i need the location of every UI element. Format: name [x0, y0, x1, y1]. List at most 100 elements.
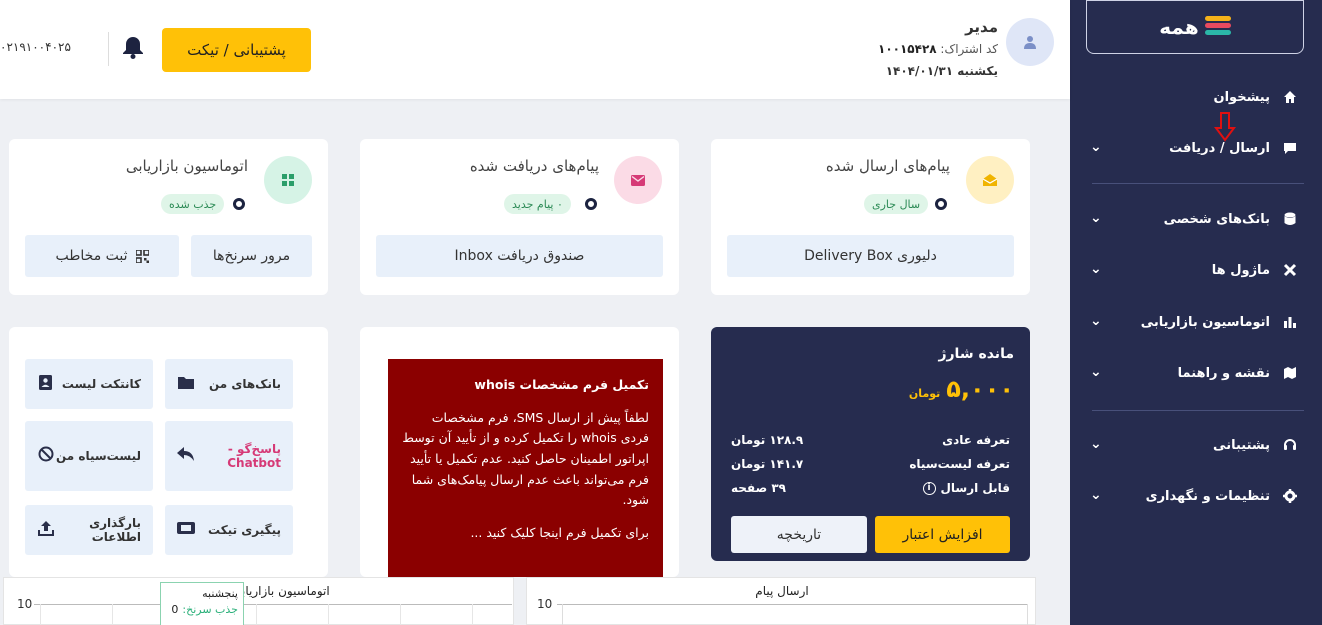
support-ticket-button[interactable]: پشتیبانی / تیکت: [162, 28, 311, 72]
chart-title: اتوماسیون بازاریابی: [232, 584, 330, 598]
link-label: بانک‌های من: [208, 377, 281, 391]
sidebar-item-marketing-automation[interactable]: اتوماسیون بازاریابی ⌄: [1070, 307, 1322, 337]
period-badge: سال جاری: [864, 194, 929, 214]
card-title: پیام‌های دریافت شده: [469, 157, 599, 175]
my-blacklist-link[interactable]: لیست‌سیاه من: [25, 421, 153, 491]
chart-title: ارسال پیام: [755, 584, 809, 598]
map-icon: [1282, 365, 1298, 381]
sidebar-item-label: پیشخوان: [1213, 89, 1271, 105]
message-icon: [1282, 140, 1298, 156]
card-received-messages: پیام‌های دریافت شده ۰ پیام جدید صندوق در…: [360, 139, 679, 295]
top-header: مدیر کد اشتراک: ۱۰۰۱۵۴۲۸ یکشنبه ۱۴۰۴/۰۱/…: [0, 0, 1070, 99]
increase-credit-button[interactable]: افزایش اعتبار: [875, 516, 1010, 553]
history-button[interactable]: تاریخچه: [731, 516, 867, 553]
sidebar-divider: [1092, 183, 1304, 184]
sidebar-item-label: بانک‌های شخصی: [1163, 211, 1270, 227]
radio-indicator: [585, 198, 597, 210]
inbox-button[interactable]: صندوق دریافت Inbox: [376, 235, 663, 277]
charge-title: مانده شارژ: [938, 346, 1014, 362]
chart-tooltip: پنجشنبه جذب سرنخ: 0: [160, 582, 244, 625]
link-label: پاسخ‌گو - Chatbot: [227, 442, 281, 470]
logo-mark-icon: [1204, 14, 1231, 40]
send-messages-chart: ارسال پیام 10: [526, 577, 1036, 625]
reply-icon: [177, 447, 195, 465]
x-gridline: [1027, 604, 1028, 625]
y-tick-label: 10: [537, 597, 553, 611]
user-name: مدیر: [965, 18, 998, 36]
sidebar-item-modules[interactable]: ماژول ها ⌄: [1070, 255, 1322, 285]
arrow-down-icon: [1214, 112, 1236, 142]
home-icon: [1282, 89, 1298, 105]
data-upload-link[interactable]: بارگذاری اطلاعات: [25, 505, 153, 555]
gear-icon: [1282, 488, 1298, 504]
bell-icon[interactable]: [120, 34, 146, 60]
user-icon: [1024, 36, 1036, 49]
avatar[interactable]: [1006, 18, 1054, 66]
card-sent-messages: پیام‌های ارسال شده سال جاری دلیوری Deliv…: [711, 139, 1030, 295]
brand-logo[interactable]: همه: [1086, 0, 1304, 54]
sidebar-item-map-guide[interactable]: نقشه و راهنما ⌄: [1070, 358, 1322, 388]
sidebar-item-label: تنظیمات و نگهداری: [1145, 488, 1270, 504]
info-icon[interactable]: i: [922, 481, 936, 495]
charge-balance-panel: مانده شارژ ۵,۰۰۰ تومان تعرفه عادی ۱۲۸.۹ …: [711, 327, 1030, 561]
x-gridline: [256, 604, 257, 625]
headset-icon: [1282, 437, 1298, 453]
subscription-code: ۱۰۰۱۵۴۲۸: [878, 42, 937, 56]
button-label: ثبت مخاطب: [55, 248, 128, 264]
sendable-label: قابل ارسال: [940, 481, 1011, 495]
x-gridline: [400, 604, 401, 625]
new-messages-badge: ۰ پیام جدید: [504, 194, 571, 214]
sidebar-item-label: نقشه و راهنما: [1177, 365, 1270, 381]
sidebar-item-label: پشتیبانی: [1213, 437, 1270, 453]
logo-text: همه: [1159, 15, 1199, 39]
sidebar-item-settings[interactable]: تنظیمات و نگهداری ⌄: [1070, 481, 1322, 511]
marketing-automation-chart: اتوماسیون بازاریابی 10 پنجشنبه جذب سرنخ:…: [3, 577, 514, 625]
delivery-box-button[interactable]: دلیوری Delivery Box: [727, 235, 1014, 277]
notice-cta-link[interactable]: برای تکمیل فرم اینجا کلیک کنید ...: [402, 523, 649, 544]
phone-number: ۰۲۱۹۱۰۰۴۰۲۵: [0, 40, 71, 54]
header-divider: [108, 32, 109, 66]
qr-code-icon: [135, 249, 149, 263]
tooltip-value: 0: [171, 602, 179, 616]
browse-leads-button[interactable]: مرور سرنخ‌ها: [191, 235, 312, 277]
sidebar-item-dashboard[interactable]: پیشخوان: [1070, 82, 1322, 112]
chevron-down-icon: ⌄: [1090, 364, 1102, 380]
contact-list-link[interactable]: کانتکت لیست: [25, 359, 153, 409]
quick-links-card: بانک‌های من کانتکت لیست پاسخ‌گو - Chatbo…: [9, 327, 328, 577]
x-gridline: [40, 604, 41, 625]
subscription-line: کد اشتراک: ۱۰۰۱۵۴۲۸: [820, 42, 998, 56]
card-marketing-automation: اتوماسیون بازاریابی جذب شده مرور سرنخ‌ها…: [9, 139, 328, 295]
chevron-down-icon: ⌄: [1090, 261, 1102, 277]
radio-indicator: [233, 198, 245, 210]
whois-notice[interactable]: تکمیل فرم مشخصات whois لطفاً پیش از ارسا…: [388, 359, 663, 577]
chevron-down-icon: ⌄: [1090, 313, 1102, 329]
charge-amount-line: ۵,۰۰۰ تومان: [909, 375, 1014, 403]
chart-icon: [1282, 314, 1298, 330]
register-contact-button[interactable]: ثبت مخاطب: [25, 235, 179, 277]
x-gridline: [328, 604, 329, 625]
sidebar-item-support[interactable]: پشتیبانی ⌄: [1070, 430, 1322, 460]
link-label: لیست‌سیاه من: [55, 449, 141, 463]
ticket-icon: [177, 522, 195, 538]
database-icon: [1282, 211, 1298, 227]
link-label: پیگیری تیکت: [207, 523, 281, 537]
sidebar-item-send-receive[interactable]: ارسال / دریافت ⌄: [1070, 133, 1322, 163]
y-gridline: [557, 604, 1027, 605]
subscription-label: کد اشتراک:: [940, 42, 998, 56]
captured-badge: جذب شده: [161, 194, 225, 214]
chevron-down-icon: ⌄: [1090, 139, 1102, 155]
my-banks-link[interactable]: بانک‌های من: [165, 359, 293, 409]
x-gridline: [562, 604, 563, 625]
notice-body: لطفاً پیش از ارسال SMS، فرم مشخصات فردی …: [402, 409, 649, 508]
tooltip-label: جذب سرنخ:: [182, 602, 238, 616]
charge-amount: ۵,۰۰۰: [946, 375, 1014, 403]
current-date: یکشنبه ۱۴۰۴/۰۱/۳۱: [885, 64, 998, 78]
ban-icon: [37, 446, 55, 466]
upload-icon: [37, 520, 55, 540]
radio-indicator: [935, 198, 947, 210]
link-label: کانتکت لیست: [61, 377, 141, 391]
sidebar-item-personal-banks[interactable]: بانک‌های شخصی ⌄: [1070, 204, 1322, 234]
chatbot-link[interactable]: پاسخ‌گو - Chatbot: [165, 421, 293, 491]
ticket-tracking-link[interactable]: پیگیری تیکت: [165, 505, 293, 555]
notice-title: تکمیل فرم مشخصات whois: [474, 377, 649, 392]
